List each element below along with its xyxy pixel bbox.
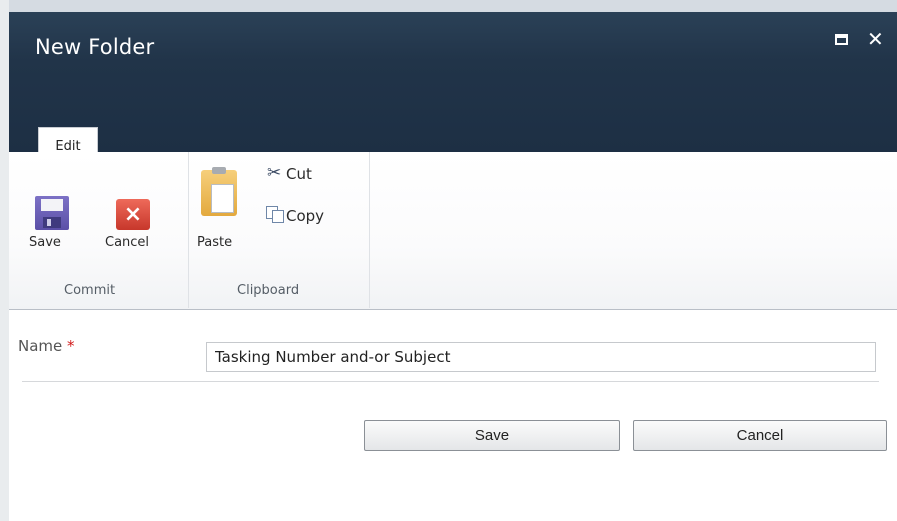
- group-label-clipboard: Clipboard: [237, 283, 300, 298]
- required-marker: *: [67, 337, 75, 355]
- ribbon-copy-button[interactable]: Copy: [265, 202, 360, 228]
- ribbon-cancel-button[interactable]: × Cancel: [105, 152, 163, 272]
- name-label-text: Name: [18, 337, 63, 355]
- group-label-commit: Commit: [64, 283, 116, 298]
- paste-button-label: Paste: [197, 235, 233, 250]
- copy-button-label: Copy: [286, 207, 325, 225]
- ribbon-cut-button[interactable]: ✂ Cut: [265, 160, 335, 186]
- ribbon: Save × Cancel Commit Paste ✂ Cut Copy Cl…: [9, 152, 897, 310]
- group-separator: [188, 152, 189, 308]
- close-icon[interactable]: ✕: [867, 29, 884, 49]
- cancel-button[interactable]: Cancel: [633, 420, 887, 451]
- cancel-button-label: Cancel: [105, 235, 150, 250]
- save-button[interactable]: Save: [364, 420, 620, 451]
- dialog-title: New Folder: [35, 35, 155, 59]
- save-button-label: Save: [29, 235, 61, 250]
- copy-icon: [266, 206, 286, 223]
- dialog-title-bar: New Folder ✕ Edit: [9, 0, 897, 164]
- group-separator: [369, 152, 370, 308]
- ribbon-save-button[interactable]: Save: [29, 152, 75, 272]
- ribbon-paste-button[interactable]: Paste: [193, 152, 245, 272]
- paste-icon: [201, 167, 237, 216]
- cut-icon: ✂: [267, 163, 282, 183]
- save-icon: [35, 196, 69, 230]
- new-folder-dialog: New Folder ✕ Edit Save × Cancel Commit P…: [0, 0, 897, 521]
- cut-button-label: Cut: [286, 165, 312, 183]
- name-input[interactable]: [206, 342, 876, 372]
- name-field-label: Name *: [18, 337, 75, 355]
- folder-form: Name * Save Cancel: [9, 310, 897, 521]
- form-divider: [22, 381, 879, 382]
- maximize-icon[interactable]: [835, 34, 848, 45]
- cancel-icon: ×: [116, 199, 150, 230]
